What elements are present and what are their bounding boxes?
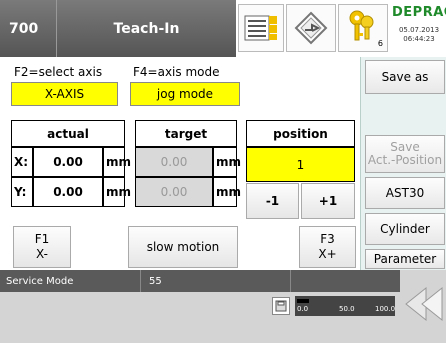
header-bar: 700 Teach-In 6 DEPRA 05.07.2013 06:44:23 bbox=[0, 0, 446, 57]
x-actual-value: 0.00 bbox=[33, 147, 103, 177]
status-number: 55 bbox=[140, 270, 290, 292]
position-header: position bbox=[246, 120, 355, 147]
axis-mode-field[interactable]: jog mode bbox=[130, 82, 240, 106]
progress-scale: 0.0 50.0 100.0 bbox=[295, 296, 395, 316]
position-value-field[interactable]: 1 bbox=[246, 147, 355, 182]
time-text: 06:44:23 bbox=[403, 35, 435, 43]
date-text: 05.07.2013 bbox=[398, 26, 440, 34]
axis-mode-label: F4=axis mode bbox=[133, 65, 220, 79]
position-plus-button[interactable]: +1 bbox=[301, 183, 355, 219]
y-actual-unit: mm bbox=[103, 177, 131, 207]
access-keys-button[interactable]: 6 bbox=[338, 4, 388, 52]
f1-x-minus-button[interactable]: F1 X- bbox=[13, 226, 71, 268]
save-as-button[interactable]: Save as bbox=[365, 60, 445, 94]
save-act-position-button[interactable]: Save Act.-Position bbox=[365, 135, 445, 173]
x-target-field[interactable]: 0.00 bbox=[135, 147, 213, 177]
f3-action-label: X+ bbox=[318, 247, 337, 261]
diamond-arrow-icon bbox=[294, 11, 328, 45]
keys-icon bbox=[349, 10, 374, 41]
navigate-button[interactable] bbox=[286, 4, 336, 52]
right-button-panel: Save as Save Act.-Position AST30 Cylinde… bbox=[360, 57, 446, 270]
y-actual-value: 0.00 bbox=[33, 177, 103, 207]
disk-icon bbox=[275, 300, 287, 312]
f3-key-label: F3 bbox=[320, 232, 335, 246]
key-count: 6 bbox=[377, 39, 383, 48]
axis-select-field[interactable]: X-AXIS bbox=[11, 82, 118, 106]
brand-logo: DEPRAG bbox=[392, 5, 446, 20]
cylinder-button[interactable]: Cylinder bbox=[365, 213, 445, 245]
y-target-unit: mm bbox=[213, 177, 241, 207]
f1-action-label: X- bbox=[36, 247, 48, 261]
x-actual-unit: mm bbox=[103, 147, 131, 177]
select-axis-label: F2=select axis bbox=[14, 65, 103, 79]
slow-motion-button[interactable]: slow motion bbox=[128, 226, 238, 268]
target-header: target bbox=[135, 120, 237, 147]
scale-label-100: 100.0 bbox=[375, 305, 396, 313]
f1-key-label: F1 bbox=[34, 232, 50, 246]
program-number: 700 bbox=[0, 0, 56, 57]
f3-x-plus-button[interactable]: F3 X+ bbox=[299, 226, 356, 268]
y-target-field[interactable]: 0.00 bbox=[135, 177, 213, 207]
status-bar: Service Mode 55 0.0 50.0 100.0 bbox=[0, 270, 446, 343]
save-act-line2: Act.-Position bbox=[367, 153, 443, 167]
file-list-icon bbox=[244, 15, 277, 41]
progress-fill bbox=[297, 299, 309, 303]
service-mode-status: Service Mode bbox=[0, 270, 140, 292]
back-button[interactable] bbox=[400, 270, 446, 343]
position-minus-button[interactable]: -1 bbox=[246, 183, 299, 219]
page-title: Teach-In bbox=[56, 0, 236, 57]
scale-label-0: 0.0 bbox=[297, 305, 309, 313]
x-target-unit: mm bbox=[213, 147, 241, 177]
ast30-button[interactable]: AST30 bbox=[365, 177, 445, 209]
teach-in-panel: F2=select axis X-AXIS F4=axis mode jog m… bbox=[0, 57, 360, 270]
parameter-button[interactable]: Parameter bbox=[365, 249, 445, 269]
actual-header: actual bbox=[11, 120, 125, 147]
file-list-button[interactable] bbox=[238, 4, 284, 52]
scale-label-50: 50.0 bbox=[339, 305, 355, 313]
status-segment bbox=[290, 270, 400, 292]
date-time: 05.07.2013 06:44:23 bbox=[392, 26, 446, 44]
back-arrow-icon bbox=[405, 286, 443, 322]
brand-area: DEPRAG 05.07.2013 06:44:23 bbox=[392, 2, 446, 54]
row-x-axis-label: X: bbox=[11, 147, 33, 177]
row-y-axis-label: Y: bbox=[11, 177, 33, 207]
disk-icon-box[interactable] bbox=[272, 297, 290, 315]
